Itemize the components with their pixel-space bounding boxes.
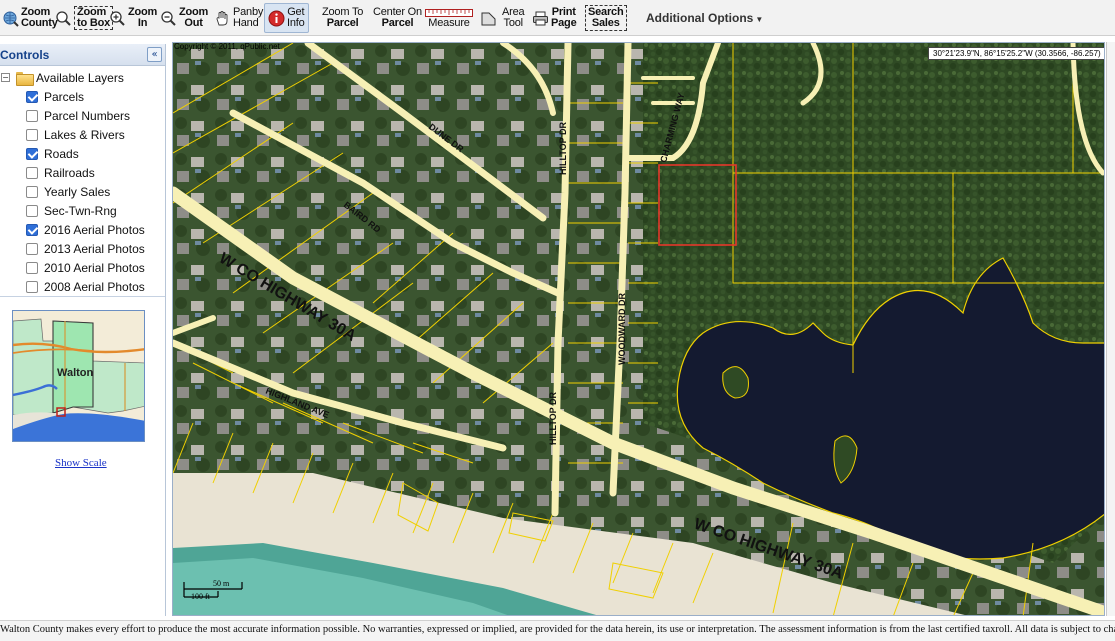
layer-2010-aerial[interactable]: 2010 Aerial Photos <box>26 258 145 277</box>
layer-parcels[interactable]: Parcels <box>26 87 84 106</box>
print-page-button[interactable]: Print Page <box>532 3 577 33</box>
collapse-node-icon[interactable]: − <box>1 73 10 82</box>
zoom-in-button[interactable]: Zoom In <box>109 3 157 33</box>
layer-checkbox[interactable] <box>26 280 38 293</box>
layer-checkbox[interactable] <box>26 223 38 236</box>
layer-checkbox[interactable] <box>26 147 38 160</box>
layer-checkbox[interactable] <box>26 109 38 122</box>
tool-label: to Box <box>77 17 111 29</box>
road-label: HILLTOP DR <box>548 391 558 445</box>
pan-by-hand-button[interactable]: Panby Hand <box>214 3 263 33</box>
ruler-icon <box>425 8 473 17</box>
tool-label: Page <box>551 17 577 29</box>
toolbar: Zoom County Zoom to Box Zoom In Zoom Out Pan… <box>0 0 1115 36</box>
tool-label: Sales <box>591 17 620 29</box>
globe-icon <box>3 11 19 27</box>
tool-label: Info <box>287 17 305 29</box>
collapse-panel-button[interactable]: « <box>147 47 162 62</box>
measure-button[interactable]: Measure <box>425 3 473 33</box>
search-sales-button[interactable]: Search Sales <box>585 3 627 33</box>
tool-label: Parcel <box>381 17 414 29</box>
map-view[interactable]: W CO HIGHWAY 30A W CO HIGHWAY 30A HIGHLA… <box>172 42 1105 616</box>
info-icon <box>268 10 285 26</box>
layer-label: Lakes & Rivers <box>44 127 125 142</box>
road-label: HILLTOP DR <box>558 121 568 175</box>
tool-label: Tool <box>503 17 524 29</box>
tool-label: County <box>21 17 58 29</box>
disclaimer-bar: Walton County makes every effort to prod… <box>0 620 1115 641</box>
panel-divider <box>0 296 165 297</box>
layer-checkbox[interactable] <box>26 185 38 198</box>
panel-title: Controls <box>0 48 50 62</box>
tool-label: In <box>137 17 148 29</box>
layer-checkbox[interactable] <box>26 204 38 217</box>
layer-checkbox[interactable] <box>26 90 38 103</box>
tree-root-label: Available Layers <box>36 70 124 85</box>
additional-options-label: Additional Options <box>646 11 754 25</box>
layer-checkbox[interactable] <box>26 242 38 255</box>
tool-label: Measure <box>428 16 470 29</box>
layer-2016-aerial[interactable]: 2016 Aerial Photos <box>26 220 145 239</box>
scale-imperial-label: 100 ft <box>191 592 210 601</box>
overview-map[interactable]: Walton <box>12 310 145 442</box>
layer-label: 2016 Aerial Photos <box>44 222 145 237</box>
center-on-parcel-button[interactable]: Center On Parcel <box>373 3 422 33</box>
layer-label: Railroads <box>44 165 95 180</box>
caret-down-icon: ▼ <box>755 15 764 24</box>
tool-label: Parcel <box>326 17 359 29</box>
aerial-map[interactable]: W CO HIGHWAY 30A W CO HIGHWAY 30A HIGHLA… <box>173 43 1105 616</box>
tree-root-available-layers[interactable]: − Available Layers <box>0 68 124 87</box>
tool-label: Out <box>184 17 203 29</box>
layer-checkbox[interactable] <box>26 166 38 179</box>
layer-label: Parcels <box>44 89 85 104</box>
layer-label: 2010 Aerial Photos <box>44 260 145 275</box>
layer-label: 2008 Aerial Photos <box>44 279 145 294</box>
area-icon <box>481 12 496 25</box>
zoom-to-parcel-button[interactable]: Zoom To Parcel <box>322 3 363 33</box>
layer-roads[interactable]: Roads <box>26 144 79 163</box>
layer-sec-twn-rng[interactable]: Sec-Twn-Rng <box>26 201 117 220</box>
layer-2008-aerial[interactable]: 2008 Aerial Photos <box>26 277 145 296</box>
road-label: WOODWARD DR <box>617 293 627 365</box>
coordinate-readout: 30°21'23.9"N, 86°15'25.2"W (30.3566, -86… <box>928 47 1104 60</box>
additional-options-menu[interactable]: Additional Options ▼ <box>646 11 763 25</box>
zoom-box-icon <box>56 10 71 26</box>
layer-label: Yearly Sales <box>44 184 111 199</box>
layer-label: Sec-Twn-Rng <box>44 203 117 218</box>
layer-parcel-numbers[interactable]: Parcel Numbers <box>26 106 130 125</box>
zoom-county-button[interactable]: Zoom County <box>2 3 58 33</box>
folder-icon <box>16 71 34 86</box>
printer-icon <box>533 11 548 25</box>
zoom-out-icon <box>161 10 176 26</box>
panel-header: Controls « <box>0 44 165 66</box>
tool-label: Hand <box>233 17 259 29</box>
disclaimer-text: Walton County makes every effort to prod… <box>0 624 1115 635</box>
layer-2013-aerial[interactable]: 2013 Aerial Photos <box>26 239 145 258</box>
layer-label: Parcel Numbers <box>44 108 131 123</box>
layer-yearly-sales[interactable]: Yearly Sales <box>26 182 110 201</box>
layer-railroads[interactable]: Railroads <box>26 163 95 182</box>
zoom-to-box-button[interactable]: Zoom to Box <box>55 3 114 33</box>
layer-checkbox[interactable] <box>26 128 38 141</box>
scale-bar: 50 m 100 ft <box>183 579 263 609</box>
layer-label: Roads <box>44 146 79 161</box>
overview-county-label: Walton <box>57 367 94 379</box>
map-copyright: Copyright © 2011, qPublic.net <box>174 42 280 51</box>
hand-icon <box>216 10 228 25</box>
get-info-button[interactable]: Get Info <box>264 3 309 33</box>
area-tool-button[interactable]: Area Tool <box>480 3 525 33</box>
show-scale-link[interactable]: Show Scale <box>55 457 107 469</box>
controls-panel: Controls « − Available Layers Parcels Pa… <box>0 44 166 616</box>
layer-checkbox[interactable] <box>26 261 38 274</box>
zoom-in-icon <box>110 10 125 26</box>
layer-lakes-rivers[interactable]: Lakes & Rivers <box>26 125 125 144</box>
layer-label: 2013 Aerial Photos <box>44 241 145 256</box>
right-edge-scrollbar[interactable] <box>1106 42 1115 616</box>
zoom-out-button[interactable]: Zoom Out <box>160 3 208 33</box>
